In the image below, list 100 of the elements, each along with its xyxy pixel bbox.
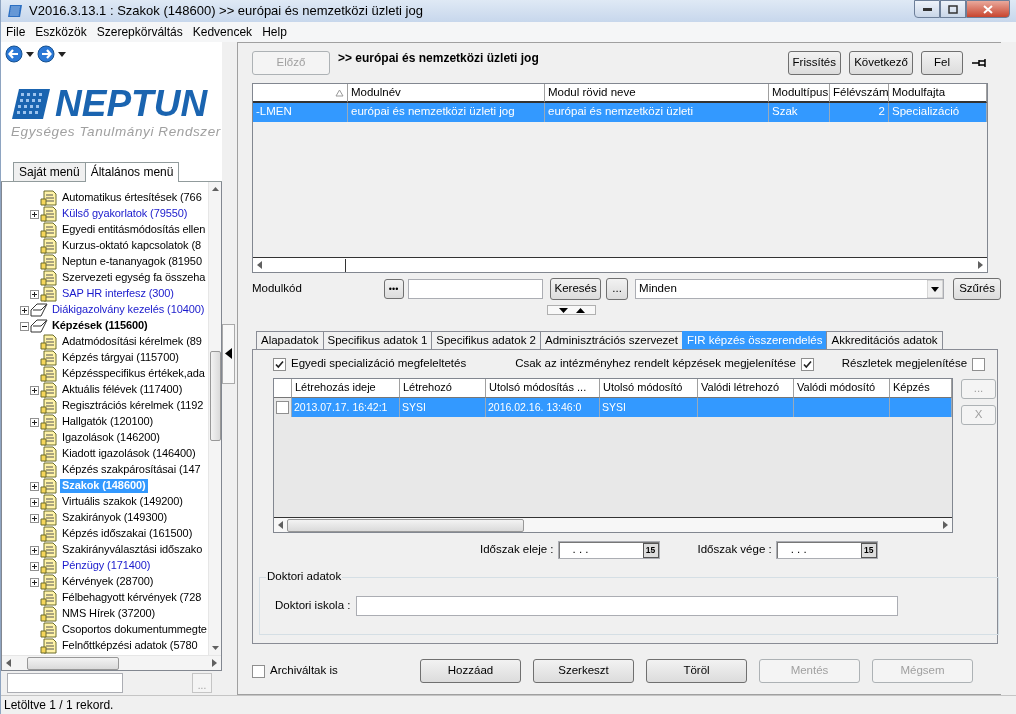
scroll-right-icon[interactable] bbox=[978, 261, 983, 270]
expand-icon[interactable] bbox=[29, 481, 39, 491]
vertical-scrollbar[interactable] bbox=[208, 182, 221, 655]
resize-arrows-icon[interactable] bbox=[547, 305, 596, 316]
caret-icon[interactable] bbox=[927, 280, 944, 299]
scroll-right-icon[interactable] bbox=[943, 521, 948, 530]
column-header[interactable]: Képzés bbox=[890, 379, 952, 399]
horizontal-scrollbar[interactable] bbox=[253, 257, 987, 273]
tree-item[interactable]: Igazolások (146200) bbox=[60, 431, 162, 445]
column-header[interactable]: Utolsó módosítás ... bbox=[486, 379, 600, 399]
date-field[interactable]: . . . 15 bbox=[775, 541, 878, 560]
close-icon[interactable] bbox=[983, 4, 993, 14]
action-button[interactable]: Szerkeszt bbox=[533, 659, 634, 684]
calendar-button[interactable]: 15 bbox=[860, 542, 877, 558]
tree-item[interactable]: Hallgatók (120100) bbox=[60, 415, 156, 429]
tree-item[interactable]: Automatikus értesítések (766 bbox=[60, 191, 204, 205]
filter-button[interactable]: Szűrés bbox=[953, 278, 1001, 301]
action-button[interactable]: Hozzáad bbox=[420, 659, 521, 684]
expand-icon[interactable] bbox=[29, 545, 39, 555]
scroll-up-icon[interactable] bbox=[211, 187, 219, 191]
expand-icon[interactable] bbox=[29, 209, 39, 219]
lookup-button[interactable]: ••• bbox=[383, 279, 404, 300]
column-header[interactable]: Valódi módosító bbox=[794, 379, 890, 399]
tree-item[interactable]: Csoportos dokumentummegte bbox=[60, 623, 208, 637]
toolbar-button[interactable]: Fel bbox=[921, 50, 963, 75]
column-header[interactable]: Félévszám bbox=[830, 83, 889, 103]
column-header[interactable]: Valódi létrehozó bbox=[698, 379, 794, 399]
collapse-icon[interactable] bbox=[19, 321, 29, 331]
tree-item[interactable]: Egyedi entitásmódosítás ellen bbox=[60, 223, 208, 237]
tree-item[interactable]: Kiadott igazolások (146400) bbox=[60, 447, 198, 461]
maximize-icon[interactable] bbox=[948, 4, 958, 14]
column-header[interactable]: Modultípus bbox=[769, 83, 830, 103]
menu-item[interactable]: Help bbox=[257, 24, 292, 40]
tree-item[interactable]: Diákigazolvány kezelés (10400) bbox=[50, 303, 207, 317]
menu-item[interactable]: Eszközök bbox=[30, 24, 92, 40]
sort-icon[interactable] bbox=[335, 88, 344, 97]
tree-item[interactable]: Virtuális szakok (149200) bbox=[60, 495, 185, 509]
menu-tab[interactable]: Saját menü bbox=[13, 161, 86, 181]
tree-item[interactable]: SAP HR interfesz (300) bbox=[60, 287, 176, 301]
scrollbar-thumb[interactable] bbox=[209, 351, 221, 441]
close-button[interactable] bbox=[966, 0, 1010, 18]
caret-icon[interactable] bbox=[26, 51, 34, 57]
expand-icon[interactable] bbox=[29, 289, 39, 299]
tree-item[interactable]: NMS Hírek (37200) bbox=[60, 607, 158, 621]
column-header[interactable]: Létrehozás ideje bbox=[292, 379, 400, 399]
tree-item[interactable]: Képzés tárgyai (115700) bbox=[60, 351, 181, 365]
expand-icon[interactable] bbox=[29, 385, 39, 395]
scroll-left-icon[interactable] bbox=[257, 261, 262, 270]
checkbox[interactable] bbox=[252, 664, 265, 678]
expand-icon[interactable] bbox=[29, 417, 39, 427]
back-icon[interactable] bbox=[5, 45, 23, 63]
menu-item[interactable]: Kedvencek bbox=[187, 24, 258, 40]
tab[interactable]: Akkreditációs adatok bbox=[826, 331, 943, 350]
tree-item[interactable]: Képzés időszakai (161500) bbox=[60, 527, 195, 541]
scroll-down-icon[interactable] bbox=[211, 646, 219, 650]
doctoral-school-field[interactable] bbox=[356, 596, 898, 617]
tree-item[interactable]: Neptun e-tananyagok (81950 bbox=[60, 255, 204, 269]
calendar-button[interactable]: 15 bbox=[642, 542, 659, 558]
search-field[interactable] bbox=[7, 673, 123, 693]
horizontal-scrollbar[interactable] bbox=[274, 517, 952, 533]
tree-item[interactable]: Képzések (115600) bbox=[50, 319, 150, 333]
dropdown-field[interactable]: Minden bbox=[635, 279, 945, 300]
column-header[interactable]: Modulnév bbox=[348, 83, 545, 103]
checkbox[interactable] bbox=[972, 357, 986, 371]
tree-item[interactable]: Félbehagyott kérvények (728 bbox=[60, 591, 204, 605]
tab[interactable]: Alapadatok bbox=[256, 331, 324, 350]
tree-item[interactable]: Adatmódosítási kérelmek (89 bbox=[60, 335, 204, 349]
tree-item[interactable]: Aktuális félévek (117400) bbox=[60, 383, 185, 397]
tree-item[interactable]: Külső gyakorlatok (79550) bbox=[60, 207, 190, 221]
collapse-left-icon[interactable] bbox=[225, 348, 232, 359]
caret-icon[interactable] bbox=[58, 51, 66, 57]
tree-item[interactable]: Kérvények (28700) bbox=[60, 575, 156, 589]
tree-item[interactable]: Felnőttképzési adatok (5780 bbox=[60, 639, 200, 653]
minimize-button[interactable] bbox=[914, 0, 940, 18]
forward-icon[interactable] bbox=[37, 45, 55, 63]
tree-item[interactable]: Képzésspecifikus értékek,ada bbox=[60, 367, 207, 381]
row-checkbox[interactable] bbox=[276, 401, 289, 415]
tree-item[interactable]: Regisztrációs kérelmek (1192 bbox=[60, 399, 206, 413]
tree-item[interactable]: Szakirányválasztási időszako bbox=[60, 543, 205, 557]
maximize-button[interactable] bbox=[940, 0, 966, 18]
pin-icon[interactable] bbox=[971, 56, 989, 69]
column-header[interactable]: Létrehozó bbox=[400, 379, 486, 399]
toolbar-button[interactable]: Következő bbox=[849, 50, 913, 75]
tree-item[interactable]: Pénzügy (171400) bbox=[60, 559, 153, 573]
expand-icon[interactable] bbox=[29, 497, 39, 507]
tree-item[interactable]: Képzés szakpárosításai (147 bbox=[60, 463, 203, 477]
tree-item[interactable]: Kurzus-oktató kapcsolatok (8 bbox=[60, 239, 204, 253]
tree-item[interactable]: Szervezeti egység fa összeha bbox=[60, 271, 208, 285]
scroll-left-icon[interactable] bbox=[6, 659, 11, 667]
toolbar-button[interactable]: Frissítés bbox=[787, 50, 841, 75]
menu-item[interactable]: Szerepkörváltás bbox=[91, 24, 188, 40]
scroll-left-icon[interactable] bbox=[278, 521, 283, 530]
menu-tab[interactable]: Általános menü bbox=[84, 162, 180, 182]
scrollbar-thumb[interactable] bbox=[27, 656, 119, 670]
more-button[interactable]: ... bbox=[606, 278, 629, 301]
date-field[interactable]: . . . 15 bbox=[557, 541, 660, 560]
scrollbar-thumb[interactable] bbox=[287, 518, 524, 532]
expand-icon[interactable] bbox=[29, 561, 39, 571]
minimize-icon[interactable] bbox=[922, 7, 932, 11]
expand-icon[interactable] bbox=[29, 513, 39, 523]
